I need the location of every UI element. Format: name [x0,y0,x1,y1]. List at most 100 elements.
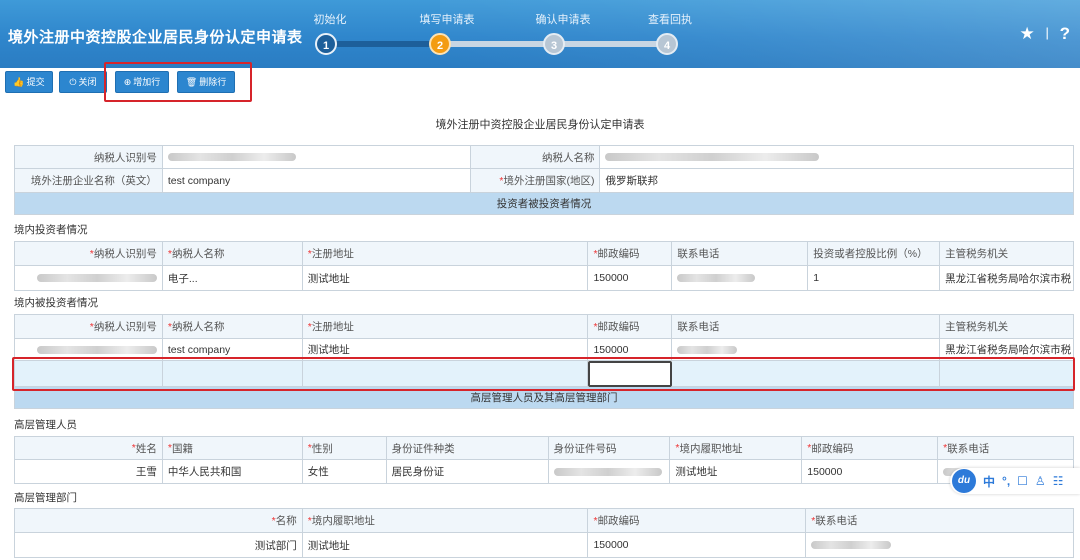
dept-zip[interactable]: 150000 [588,533,807,558]
table-header-row: * 纳税人识别号 * 纳税人名称 * 注册地址 * 邮政编码 联系电话 主管税务机关 [14,314,1074,339]
investor-taxpayer-id[interactable] [15,266,163,291]
taxpayer-id-label: 纳税人识别号 [15,146,163,169]
col-header: * 国籍 [162,437,303,460]
col-header: 主管税务机关 [940,315,1074,339]
dept-name[interactable]: 测试部门 [15,533,303,558]
redacted-text [811,541,892,549]
col-header: * 邮政编码 [588,509,807,533]
col-header: * 注册地址 [302,315,589,339]
investor-ratio[interactable]: 1 [808,266,941,291]
step-3-circle[interactable]: 3 [543,33,565,55]
investor-address[interactable]: 测试地址 [302,266,589,291]
col-header: 身份证件种类 [386,437,549,460]
investor-tax-office[interactable]: 黑龙江省税务局哈尔滨市税 [940,266,1074,291]
col-header: * 注册地址 [302,242,589,266]
investor-name[interactable]: 电子... [162,266,303,291]
redacted-text [605,153,820,161]
col-header: * 邮政编码 [802,437,939,460]
col-header: * 境内履职地址 [302,509,589,533]
col-header: * 邮政编码 [588,315,673,339]
app-header: 境外注册中资控股企业居民身份认定申请表 初始化 填写申请表 确认申请表 查看回执… [0,0,1080,68]
thumbs-up-icon: 👍 [13,77,25,87]
country-label: * 境外注册国家(地区) [470,169,601,193]
manager-zip[interactable]: 150000 [802,460,939,484]
ime-grid-icon[interactable]: ☷ [1053,474,1064,488]
table-header-row: * 姓名 * 国籍 * 性别 身份证件种类 身份证件号码 * 境内履职地址 * 邮政编码 … [14,436,1075,460]
submit-button[interactable]: 👍 提交 [5,71,53,93]
annotation-highlight-toolbar [104,62,252,102]
col-header: * 纳税人名称 [162,315,303,339]
investor-zip[interactable]: 150000 [588,266,673,291]
col-header: * 邮政编码 [588,242,673,266]
investor-phone[interactable] [672,266,809,291]
table-row: 王雪 中华人民共和国 女性 居民身份证 测试地址 150000 [14,460,1075,484]
company-en-value[interactable]: test company [162,169,471,193]
col-header: 联系电话 [672,242,809,266]
step-3-label: 确认申请表 [535,14,591,26]
form-title: 境外注册中资控股企业居民身份认定申请表 [435,119,645,131]
col-header: * 名称 [15,509,303,533]
col-header: 主管税务机关 [940,242,1074,266]
ime-chinese-mode[interactable]: 中 [983,473,995,490]
ime-punctuation-icon[interactable]: °, [1002,474,1010,488]
ime-user-icon[interactable]: ♙ [1035,474,1046,488]
col-header: * 纳税人识别号 [15,242,163,266]
manager-name[interactable]: 王雪 [15,460,163,484]
manager-id-type[interactable]: 居民身份证 [386,460,549,484]
table-header-row: * 名称 * 境内履职地址 * 邮政编码 * 联系电话 [14,508,1075,533]
baidu-ime-logo-icon[interactable]: du [952,469,976,493]
table-row: 纳税人识别号 纳税人名称 [14,145,1074,169]
progress-line-done [326,41,440,47]
close-button[interactable]: ⏻ 关闭 [59,71,107,93]
step-1-circle[interactable]: 1 [315,33,337,55]
redacted-text [677,345,738,354]
redacted-text [553,467,662,476]
col-header: * 纳税人名称 [162,242,303,266]
dept-address[interactable]: 测试地址 [302,533,589,558]
dept-phone[interactable] [806,533,1075,558]
domestic-investee-title: 境内被投资者情况 [14,297,98,309]
table-header-row: * 纳税人识别号 * 纳税人名称 * 注册地址 * 邮政编码 联系电话 投资或者控股比例… [14,241,1074,266]
col-header: * 性别 [302,437,387,460]
redacted-text [36,345,157,354]
help-icon[interactable]: ? [1060,24,1070,44]
ime-toolbar[interactable]: du 中 °, ☐ ♙ ☷ [950,468,1080,494]
ime-keyboard-icon[interactable]: ☐ [1017,474,1028,488]
step-4-circle[interactable]: 4 [656,33,678,55]
manager-id-number[interactable] [548,460,671,484]
annotation-highlight-new-row [12,357,1075,391]
step-2-label: 填写申请表 [419,14,475,26]
header-icons: ★ | ? [1020,24,1071,44]
col-header: * 联系电话 [806,509,1075,533]
col-header: * 联系电话 [938,437,1075,460]
col-header: 联系电话 [672,315,941,339]
investor-section-title: 投资者被投资者情况 [15,193,1074,215]
manager-address[interactable]: 测试地址 [670,460,803,484]
step-1-label: 初始化 [313,14,347,26]
app-title: 境外注册中资控股企业居民身份认定申请表 [8,29,303,46]
company-en-label: 境外注册企业名称（英文） [15,169,163,193]
taxpayer-name-value[interactable] [600,146,1074,169]
col-header: 身份证件号码 [548,437,671,460]
domestic-investor-title: 境内投资者情况 [14,224,88,236]
col-header: * 境内履职地址 [670,437,803,460]
section-header-row: 投资者被投资者情况 [14,193,1074,215]
manager-gender[interactable]: 女性 [302,460,387,484]
table-row: 境外注册企业名称（英文） test company * 境外注册国家(地区) 俄罗… [14,169,1074,193]
table-row: 测试部门 测试地址 150000 [14,533,1075,558]
taxpayer-id-value[interactable] [162,146,471,169]
col-header: 投资或者控股比例（%） [808,242,941,266]
header-separator: | [1045,25,1049,40]
power-icon: ⏻ [69,77,77,87]
table-row: 电子... 测试地址 150000 1 黑龙江省税务局哈尔滨市税 [14,266,1074,291]
taxpayer-name-label: 纳税人名称 [470,146,601,169]
managers-title: 高层管理人员 [14,419,77,431]
manager-nation[interactable]: 中华人民共和国 [162,460,303,484]
col-header: * 纳税人识别号 [15,315,163,339]
star-icon[interactable]: ★ [1020,24,1035,44]
step-4-label: 查看回执 [648,14,692,26]
redacted-text [167,153,296,161]
departments-title: 高层管理部门 [14,492,77,504]
step-2-circle[interactable]: 2 [429,33,451,55]
country-value[interactable]: 俄罗斯联邦 [600,169,1074,193]
